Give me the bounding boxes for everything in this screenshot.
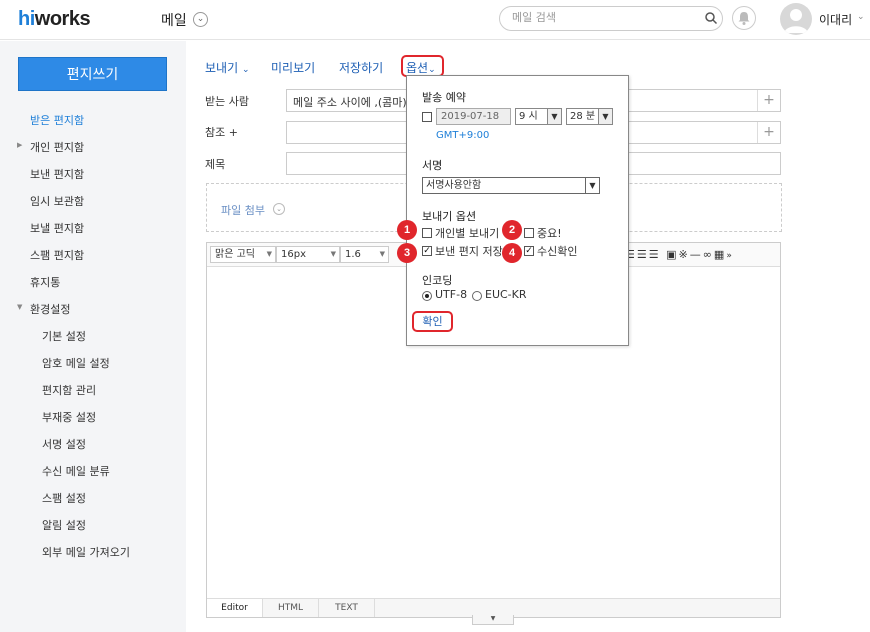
table-icon[interactable]: ▦: [714, 248, 726, 261]
chevron-down-icon: ▼: [330, 250, 336, 258]
timezone-link[interactable]: GMT+9:00: [436, 130, 489, 141]
save-sent-checkbox[interactable]: ✓: [422, 246, 432, 256]
special-char-icon[interactable]: ※: [679, 248, 690, 261]
important-checkbox[interactable]: [524, 228, 534, 238]
attach-file-label[interactable]: 파일 첨부: [221, 202, 265, 218]
utf8-radio[interactable]: [422, 291, 432, 301]
align-right-icon[interactable]: ☰: [637, 248, 649, 261]
add-recipient-plus-icon[interactable]: +: [757, 90, 780, 111]
encoding-heading: 인코딩: [422, 274, 453, 287]
important-label[interactable]: 중요!: [537, 225, 562, 241]
editor-resize-handle[interactable]: ▼: [472, 615, 514, 625]
options-highlight-box: [401, 55, 444, 77]
callout-badge-3: 3: [397, 243, 417, 263]
chevron-down-icon: ▼: [379, 250, 385, 258]
settings-item[interactable]: 암호 메일 설정: [42, 355, 110, 371]
sidebar-item[interactable]: 스팸 편지함: [30, 247, 84, 263]
send-options-heading: 보내기 옵션: [422, 210, 477, 223]
euckr-label[interactable]: EUC-KR: [485, 288, 527, 301]
justify-icon[interactable]: ☰: [649, 248, 661, 261]
schedule-date-field[interactable]: 2019-07-18: [436, 108, 511, 125]
add-cc-plus-icon[interactable]: +: [757, 122, 780, 143]
sidebar-item[interactable]: 휴지통: [30, 274, 60, 290]
settings-item[interactable]: 알림 설정: [42, 517, 86, 533]
sidebar-item[interactable]: 개인 편지함: [30, 139, 84, 155]
callout-badge-4: 4: [502, 243, 522, 263]
sidebar-item[interactable]: 보낸 편지함: [30, 166, 84, 182]
settings-item[interactable]: 외부 메일 가져오기: [42, 544, 130, 560]
editor-format-icons[interactable]: ☰☰☰ ▣※—∞▦»: [625, 248, 734, 261]
send-dropdown-chevron-icon[interactable]: ⌄: [242, 65, 250, 75]
schedule-minute-select[interactable]: 28 분 ▼: [566, 108, 613, 125]
image-icon[interactable]: ▣: [666, 248, 678, 261]
font-family-select[interactable]: 맑은 고딕 ▼: [210, 246, 276, 263]
mail-search[interactable]: [499, 6, 723, 31]
app-switch-chevron-icon[interactable]: ⌄: [193, 12, 208, 27]
chevron-down-icon: ▼: [598, 109, 612, 124]
send-button[interactable]: 보내기 ⌄: [205, 59, 250, 76]
cc-label[interactable]: 참조 +: [205, 124, 238, 140]
settings-item[interactable]: 부재중 설정: [42, 409, 96, 425]
utf8-label[interactable]: UTF-8: [435, 288, 467, 301]
sidebar-item[interactable]: 환경설정: [30, 301, 70, 317]
search-icon[interactable]: [704, 11, 718, 25]
font-size-select[interactable]: 16px ▼: [276, 246, 340, 263]
settings-item[interactable]: 스팸 설정: [42, 490, 86, 506]
sidebar-item[interactable]: 받은 편지함: [30, 112, 84, 128]
horizontal-rule-icon[interactable]: —: [690, 248, 703, 261]
sidebar-item[interactable]: 보낼 편지함: [30, 220, 84, 236]
options-dropdown-panel: 발송 예약 2019-07-18 9 시 ▼ 28 분 ▼ GMT+9:00 서명 …: [406, 75, 629, 346]
chevron-down-icon: ▼: [266, 250, 272, 258]
notification-bell-icon[interactable]: [732, 6, 756, 30]
settings-item[interactable]: 수신 메일 분류: [42, 463, 110, 479]
link-icon[interactable]: ∞: [703, 248, 714, 261]
expand-down-icon[interactable]: ▼: [17, 303, 22, 311]
tab-html[interactable]: HTML: [263, 599, 319, 617]
chevron-down-icon: ▼: [547, 109, 561, 124]
to-label: 받는 사람: [205, 95, 249, 108]
individual-send-checkbox[interactable]: [422, 228, 432, 238]
read-receipt-checkbox[interactable]: ✓: [524, 246, 534, 256]
schedule-hour-select[interactable]: 9 시 ▼: [515, 108, 562, 125]
confirm-button[interactable]: 확인: [412, 311, 453, 332]
tab-text[interactable]: TEXT: [319, 599, 375, 617]
read-receipt-label[interactable]: 수신확인: [537, 243, 577, 259]
tab-editor[interactable]: Editor: [207, 599, 263, 617]
hiworks-logo[interactable]: hiworks: [18, 8, 91, 31]
callout-badge-1: 1: [397, 220, 417, 240]
top-bar: hiworks 메일 ⌄ 이대리 ⌄: [0, 0, 870, 40]
callout-badge-2: 2: [502, 220, 522, 240]
compose-button[interactable]: 편지쓰기: [18, 57, 167, 91]
save-sent-label[interactable]: 보낸 편지 저장: [435, 243, 503, 259]
settings-item[interactable]: 편지함 관리: [42, 382, 96, 398]
schedule-checkbox[interactable]: [422, 112, 432, 122]
sidebar-item[interactable]: 임시 보관함: [30, 193, 84, 209]
attach-chevron-icon[interactable]: ⌄: [273, 203, 285, 215]
signature-heading: 서명: [422, 159, 443, 172]
euckr-radio[interactable]: [472, 291, 482, 301]
subject-label: 제목: [205, 158, 226, 171]
expand-right-icon[interactable]: ▶: [17, 141, 22, 149]
schedule-heading: 발송 예약: [422, 91, 466, 104]
chevron-down-icon: ▼: [585, 178, 599, 193]
user-name[interactable]: 이대리: [819, 11, 852, 28]
individual-send-label[interactable]: 개인별 보내기: [435, 225, 499, 241]
more-tools-icon[interactable]: »: [726, 251, 734, 261]
line-height-select[interactable]: 1.6 ▼: [340, 246, 389, 263]
to-field-hint: 메일 주소 사이에 ,(콤마): [293, 96, 407, 109]
app-title[interactable]: 메일: [161, 10, 187, 30]
settings-item[interactable]: 서명 설정: [42, 436, 86, 452]
save-draft-button[interactable]: 저장하기: [339, 59, 383, 76]
search-input[interactable]: [512, 11, 692, 24]
signature-select[interactable]: 서명사용안함 ▼: [422, 177, 600, 194]
user-menu-chevron-icon[interactable]: ⌄: [857, 12, 865, 22]
settings-item[interactable]: 기본 설정: [42, 328, 86, 344]
avatar[interactable]: [780, 3, 812, 35]
preview-button[interactable]: 미리보기: [271, 59, 315, 76]
